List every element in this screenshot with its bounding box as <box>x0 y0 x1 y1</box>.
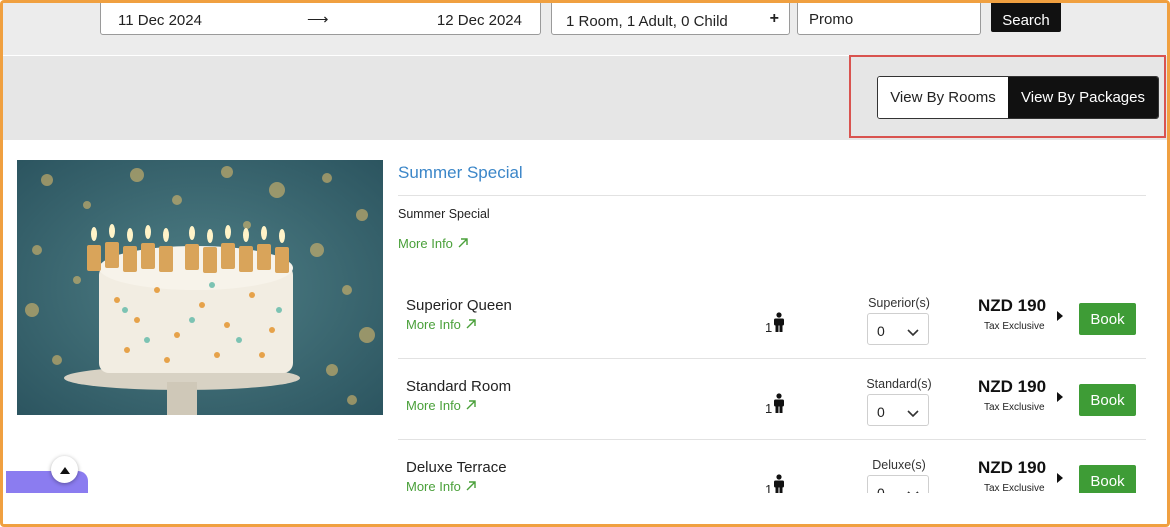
room-row: Standard Room More Info 1 Standard(s) 0 … <box>398 359 1146 440</box>
room-select-label: Standard(s) <box>866 377 932 391</box>
room-more-info-link[interactable]: More Info <box>406 479 476 494</box>
tax-note: Tax Exclusive <box>984 321 1045 332</box>
check-in-date: 11 Dec 2024 <box>118 12 202 29</box>
view-by-packages-button[interactable]: View By Packages <box>1008 77 1158 118</box>
occupancy-count: 1 <box>765 320 773 335</box>
book-button[interactable]: Book <box>1079 303 1136 335</box>
chevron-down-icon <box>907 405 919 421</box>
package-title[interactable]: Summer Special <box>398 163 523 183</box>
chevron-down-icon <box>907 324 919 340</box>
room-select-label: Superior(s) <box>868 296 930 310</box>
room-name: Superior Queen <box>406 297 512 314</box>
room-price: NZD 190 <box>978 458 1047 477</box>
person-icon <box>772 393 786 416</box>
room-quantity-select[interactable]: 0 <box>867 313 929 345</box>
external-link-icon <box>466 317 476 332</box>
package-divider <box>398 195 1146 196</box>
caret-up-icon <box>59 461 70 479</box>
caret-right-icon[interactable] <box>1057 311 1063 321</box>
room-row: Superior Queen More Info 1 Superior(s) 0… <box>398 278 1146 359</box>
more-info-label: More Info <box>406 479 461 494</box>
external-link-icon <box>466 398 476 413</box>
room-more-info-link[interactable]: More Info <box>406 317 476 332</box>
book-button[interactable]: Book <box>1079 384 1136 416</box>
room-price: NZD 190 <box>978 377 1047 396</box>
promo-input[interactable]: Promo <box>797 3 981 35</box>
package-more-info-link[interactable]: More Info <box>398 236 468 251</box>
caret-right-icon[interactable] <box>1057 473 1063 483</box>
more-info-label: More Info <box>398 236 453 251</box>
guests-value: 1 Room, 1 Adult, 0 Child <box>566 13 728 30</box>
package-image <box>17 160 383 415</box>
room-quantity-select[interactable]: 0 <box>867 394 929 426</box>
search-bar: 11 Dec 2024 ⟶ 12 Dec 2024 1 Room, 1 Adul… <box>3 3 1167 55</box>
bottom-mask <box>3 493 1167 524</box>
view-toggle: View By Rooms View By Packages <box>877 76 1159 119</box>
room-more-info-link[interactable]: More Info <box>406 398 476 413</box>
room-name: Standard Room <box>406 378 512 395</box>
date-range-field[interactable]: 11 Dec 2024 ⟶ 12 Dec 2024 <box>100 3 541 35</box>
caret-right-icon[interactable] <box>1057 392 1063 402</box>
room-price: NZD 190 <box>978 296 1047 315</box>
room-name: Deluxe Terrace <box>406 459 507 476</box>
plus-icon[interactable]: + <box>770 10 779 28</box>
guests-field[interactable]: 1 Room, 1 Adult, 0 Child + <box>551 3 790 35</box>
occupancy-count: 1 <box>765 401 773 416</box>
person-icon <box>772 312 786 335</box>
right-arrow-icon: ⟶ <box>307 11 329 28</box>
external-link-icon <box>466 479 476 494</box>
scroll-to-top-button[interactable] <box>51 456 78 483</box>
page-frame: 11 Dec 2024 ⟶ 12 Dec 2024 1 Room, 1 Adul… <box>0 0 1170 527</box>
room-quantity-value: 0 <box>877 404 885 420</box>
more-info-label: More Info <box>406 398 461 413</box>
search-button[interactable]: Search <box>991 3 1061 32</box>
external-link-icon <box>458 236 468 251</box>
view-by-rooms-button[interactable]: View By Rooms <box>878 77 1008 118</box>
package-description: Summer Special <box>398 207 490 221</box>
occupancy: 1 <box>765 312 786 335</box>
room-quantity-value: 0 <box>877 323 885 339</box>
room-select-label: Deluxe(s) <box>872 458 926 472</box>
more-info-label: More Info <box>406 317 461 332</box>
occupancy: 1 <box>765 393 786 416</box>
tax-note: Tax Exclusive <box>984 402 1045 413</box>
check-out-date: 12 Dec 2024 <box>436 12 522 29</box>
